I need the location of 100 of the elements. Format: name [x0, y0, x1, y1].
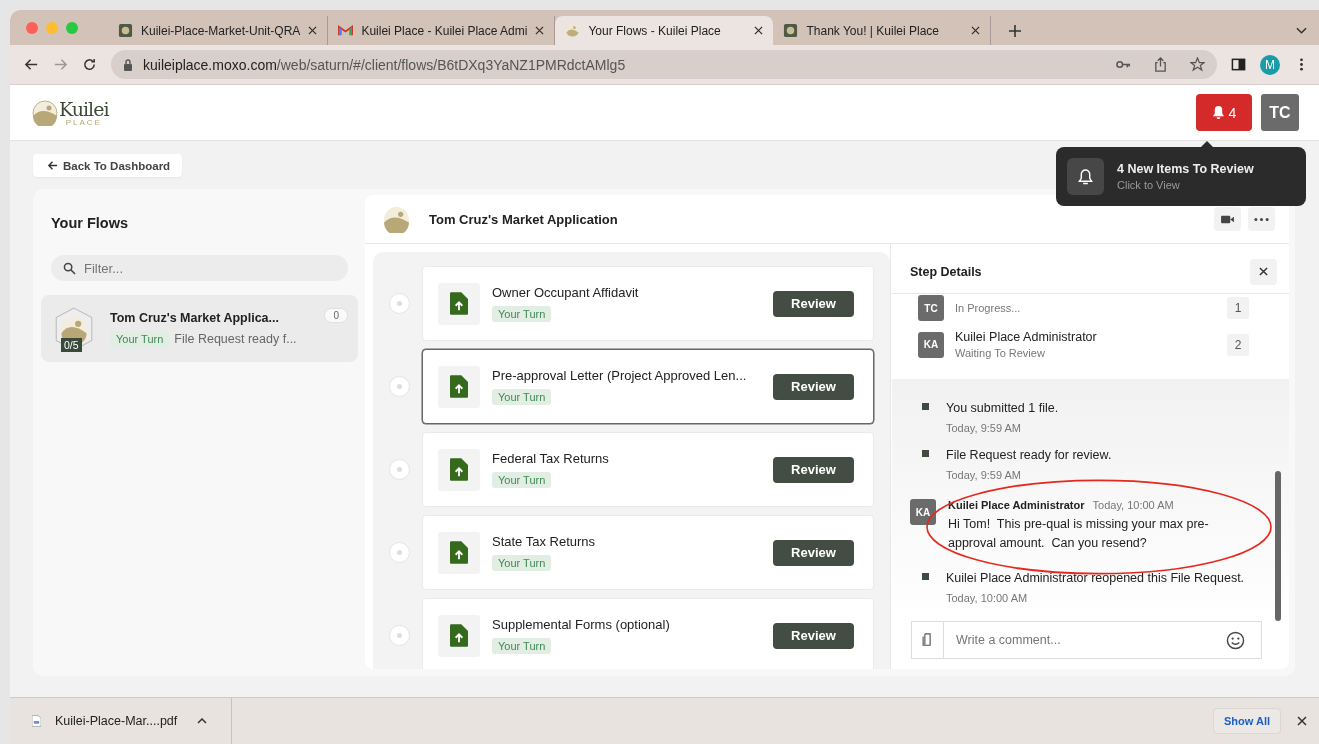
back-button[interactable]: Back To Dashboard	[33, 154, 183, 177]
new-tab-icon[interactable]	[1009, 25, 1022, 37]
timeline-dot	[389, 376, 410, 397]
timeline-dot	[389, 542, 410, 563]
review-button[interactable]: Review	[773, 539, 854, 566]
review-button[interactable]: Review	[773, 290, 854, 317]
participant-status: Waiting To Review	[955, 347, 1046, 359]
participant-name: Kuilei Place Administrator	[955, 330, 1098, 344]
file-upload-icon	[450, 292, 468, 315]
site-icon	[118, 23, 133, 38]
close-icon[interactable]	[754, 26, 764, 35]
flow-item[interactable]: 0/5 Tom Cruz's Market Applica... Your Turn File Request ready f... 0	[41, 295, 358, 362]
file-upload-icon	[450, 541, 468, 564]
close-icon	[1259, 267, 1268, 276]
bell-icon	[1211, 105, 1225, 120]
activity-time: Today, 9:59 AM	[946, 422, 1022, 434]
step-card[interactable]: Supplemental Forms (optional) Your Turn Review	[422, 598, 874, 669]
popup-subtitle: Click to View	[1117, 179, 1181, 191]
step-title: Supplemental Forms (optional)	[492, 617, 671, 632]
step-card[interactable]: Pre-approval Letter (Project Approved Len... Your Turn Review	[422, 349, 874, 424]
close-icon[interactable]	[971, 26, 981, 35]
site-icon	[783, 23, 799, 38]
reload-icon[interactable]	[82, 57, 97, 72]
order-badge: 1	[1227, 297, 1249, 319]
user-avatar[interactable]: TC	[1261, 94, 1299, 131]
timeline-dot	[389, 625, 410, 646]
file-upload-icon	[450, 624, 468, 647]
order-badge: 2	[1227, 333, 1249, 356]
url-text: kuileiplace.moxo.com/web/saturn/#/client/flows/B6tDXq3YaNZ1PMRdctAMlg5	[143, 56, 627, 73]
arrow-left-icon	[47, 160, 58, 171]
flow-title: Tom Cruz's Market Application	[429, 211, 619, 227]
count-badge: 0	[324, 308, 348, 323]
status-tag: Your Turn	[492, 389, 552, 405]
address-bar[interactable]: kuileiplace.moxo.com/web/saturn/#/client/flows/B6tDXq3YaNZ1PMRdctAMlg5	[111, 50, 1217, 79]
sidebar-title: Your Flows	[51, 215, 130, 231]
download-item[interactable]: Kuilei-Place-Mar....pdf	[32, 698, 232, 744]
sidebar-icon[interactable]	[1231, 57, 1246, 72]
participant-avatar: KA	[918, 331, 944, 358]
status-tag: Your Turn	[492, 306, 552, 322]
back-arrow-icon[interactable]	[24, 57, 39, 72]
comment-text: Hi Tom! This pre-qual is missing your max pre-approval amount. Can you resend?	[948, 516, 1210, 552]
step-title: Federal Tax Returns	[492, 451, 610, 466]
activity-text: You submitted 1 file.	[946, 400, 1059, 417]
file-upload-icon	[450, 375, 468, 398]
step-title: Owner Occupant Affidavit	[492, 285, 640, 300]
flow-name: Tom Cruz's Market Applica...	[110, 310, 279, 325]
timeline-dot	[389, 293, 410, 314]
notification-button[interactable]: 4	[1196, 94, 1252, 131]
status-tag: Your Turn	[492, 555, 552, 571]
flow-preview: File Request ready f...	[174, 331, 297, 346]
show-all-button[interactable]: Show All	[1212, 708, 1281, 734]
close-button[interactable]	[1250, 258, 1277, 285]
browser-tab[interactable]: Your Flows - Kuilei Place	[555, 16, 774, 45]
logo-icon	[32, 99, 58, 126]
file-upload-icon	[450, 458, 468, 481]
bullet-icon	[922, 450, 929, 457]
review-button[interactable]: Review	[773, 456, 854, 483]
step-card[interactable]: State Tax Returns Your Turn Review	[422, 515, 874, 590]
lock-icon	[123, 58, 133, 71]
filter-field[interactable]: Filter...	[51, 255, 348, 281]
share-icon[interactable]	[1153, 57, 1168, 72]
activity-text: Kuilei Place Administrator reopened this File Request.	[946, 570, 1245, 587]
attachment-icon[interactable]	[922, 633, 933, 647]
participant-avatar: TC	[918, 295, 944, 321]
review-button[interactable]: Review	[773, 373, 854, 400]
logo-text: Kuilei	[59, 98, 109, 119]
star-icon[interactable]	[1190, 57, 1205, 72]
flow-logo-icon	[383, 205, 410, 233]
bullet-icon	[922, 403, 929, 410]
comment-box[interactable]: Write a comment...	[911, 621, 1262, 659]
step-title: Pre-approval Letter (Project Approved Len...	[492, 368, 748, 383]
close-icon[interactable]	[1297, 716, 1307, 726]
timeline-dot	[389, 459, 410, 480]
review-button[interactable]: Review	[773, 622, 854, 649]
step-card[interactable]: Owner Occupant Affidavit Your Turn Review	[422, 266, 874, 341]
logo-subtext: PLACE	[65, 118, 102, 127]
chevron-up-icon[interactable]	[197, 718, 207, 724]
bell-icon	[1078, 168, 1093, 185]
status-tag: Your Turn	[492, 472, 552, 488]
chevron-down-icon[interactable]	[1296, 27, 1307, 35]
activity-time: Today, 10:00 AM	[946, 592, 1029, 604]
activity-time: Today, 9:59 AM	[946, 469, 1022, 481]
close-icon[interactable]	[308, 26, 318, 35]
logo-icon	[565, 23, 581, 38]
search-icon	[63, 262, 76, 275]
scrollbar[interactable]	[1275, 471, 1281, 621]
comment-time: Today, 10:00 AM	[1092, 499, 1174, 511]
step-card[interactable]: Federal Tax Returns Your Turn Review	[422, 432, 874, 507]
activity-text: File Request ready for review.	[946, 447, 1112, 464]
more-button[interactable]	[1248, 207, 1275, 231]
bullet-icon	[922, 573, 929, 580]
step-title: State Tax Returns	[492, 534, 597, 549]
status-tag: Your Turn	[492, 638, 552, 654]
panel-title: Step Details	[910, 264, 982, 279]
video-button[interactable]	[1214, 207, 1241, 231]
close-icon[interactable]	[535, 26, 545, 35]
video-camera-icon	[1220, 213, 1235, 225]
smiley-icon[interactable]	[1226, 630, 1245, 650]
commenter-avatar: KA	[910, 499, 936, 525]
status-tag: Your Turn	[110, 330, 170, 347]
